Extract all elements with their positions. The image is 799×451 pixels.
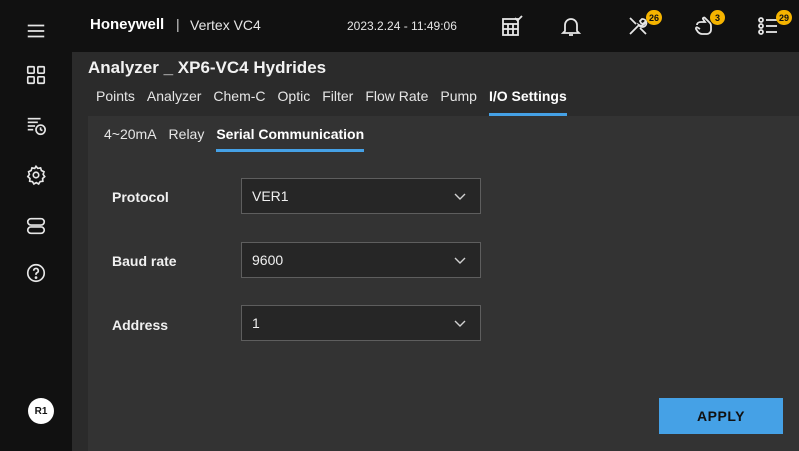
brand-separator: |: [176, 16, 180, 32]
tools-badge: 26: [646, 10, 663, 25]
tab-filter[interactable]: Filter: [322, 88, 353, 116]
protocol-select[interactable]: VER1: [241, 178, 481, 214]
subtab-relay[interactable]: Relay: [169, 126, 205, 152]
tab-io-settings[interactable]: I/O Settings: [488, 88, 567, 116]
datetime: 2023.2.24 - 11:49:06: [347, 19, 457, 33]
device-icon[interactable]: [24, 214, 48, 238]
gear-icon[interactable]: [24, 163, 48, 187]
settings-panel: 4~20mA Relay Serial Communication Protoc…: [88, 116, 799, 451]
main-content: Analyzer _ XP6-VC4 Hydrides Points Analy…: [72, 52, 799, 451]
list-clock-icon[interactable]: [24, 114, 48, 138]
brand-logo: Honeywell: [90, 16, 165, 33]
chevron-down-icon: [454, 257, 466, 264]
subtab-serial-communication[interactable]: Serial Communication: [216, 126, 364, 152]
address-label: Address: [112, 317, 169, 333]
tab-analyzer[interactable]: Analyzer: [147, 88, 201, 116]
main-tabs: Points Analyzer Chem-C Optic Filter Flow…: [96, 88, 579, 116]
help-icon[interactable]: [24, 261, 48, 285]
tab-pump[interactable]: Pump: [440, 88, 477, 116]
avatar[interactable]: R1: [28, 398, 54, 424]
baud-rate-label: Baud rate: [112, 253, 177, 269]
apply-button[interactable]: APPLY: [659, 398, 783, 434]
left-rail: R1: [0, 0, 72, 451]
baud-rate-select[interactable]: 9600: [241, 242, 481, 278]
tab-chem-c[interactable]: Chem-C: [213, 88, 265, 116]
tab-flow-rate[interactable]: Flow Rate: [365, 88, 428, 116]
grid-icon[interactable]: [24, 63, 48, 87]
list-badge: 29: [776, 10, 793, 25]
subtab-4-20ma[interactable]: 4~20mA: [104, 126, 157, 152]
chevron-down-icon: [454, 320, 466, 327]
hand-badge: 3: [710, 10, 725, 25]
bell-icon[interactable]: [557, 12, 585, 40]
tab-optic[interactable]: Optic: [278, 88, 311, 116]
page-title: Analyzer _ XP6-VC4 Hydrides: [88, 58, 327, 77]
protocol-value: VER1: [252, 188, 289, 204]
sub-tabs: 4~20mA Relay Serial Communication: [104, 126, 376, 152]
menu-icon[interactable]: [24, 19, 48, 43]
top-bar: Honeywell | Vertex VC4 2023.2.24 - 11:49…: [72, 0, 799, 52]
chevron-down-icon: [454, 193, 466, 200]
address-value: 1: [252, 315, 260, 331]
protocol-label: Protocol: [112, 189, 169, 205]
calendar-check-icon[interactable]: [498, 12, 526, 40]
baud-rate-value: 9600: [252, 252, 284, 268]
address-select[interactable]: 1: [241, 305, 481, 341]
tab-points[interactable]: Points: [96, 88, 135, 116]
product-name: Vertex VC4: [190, 17, 261, 33]
